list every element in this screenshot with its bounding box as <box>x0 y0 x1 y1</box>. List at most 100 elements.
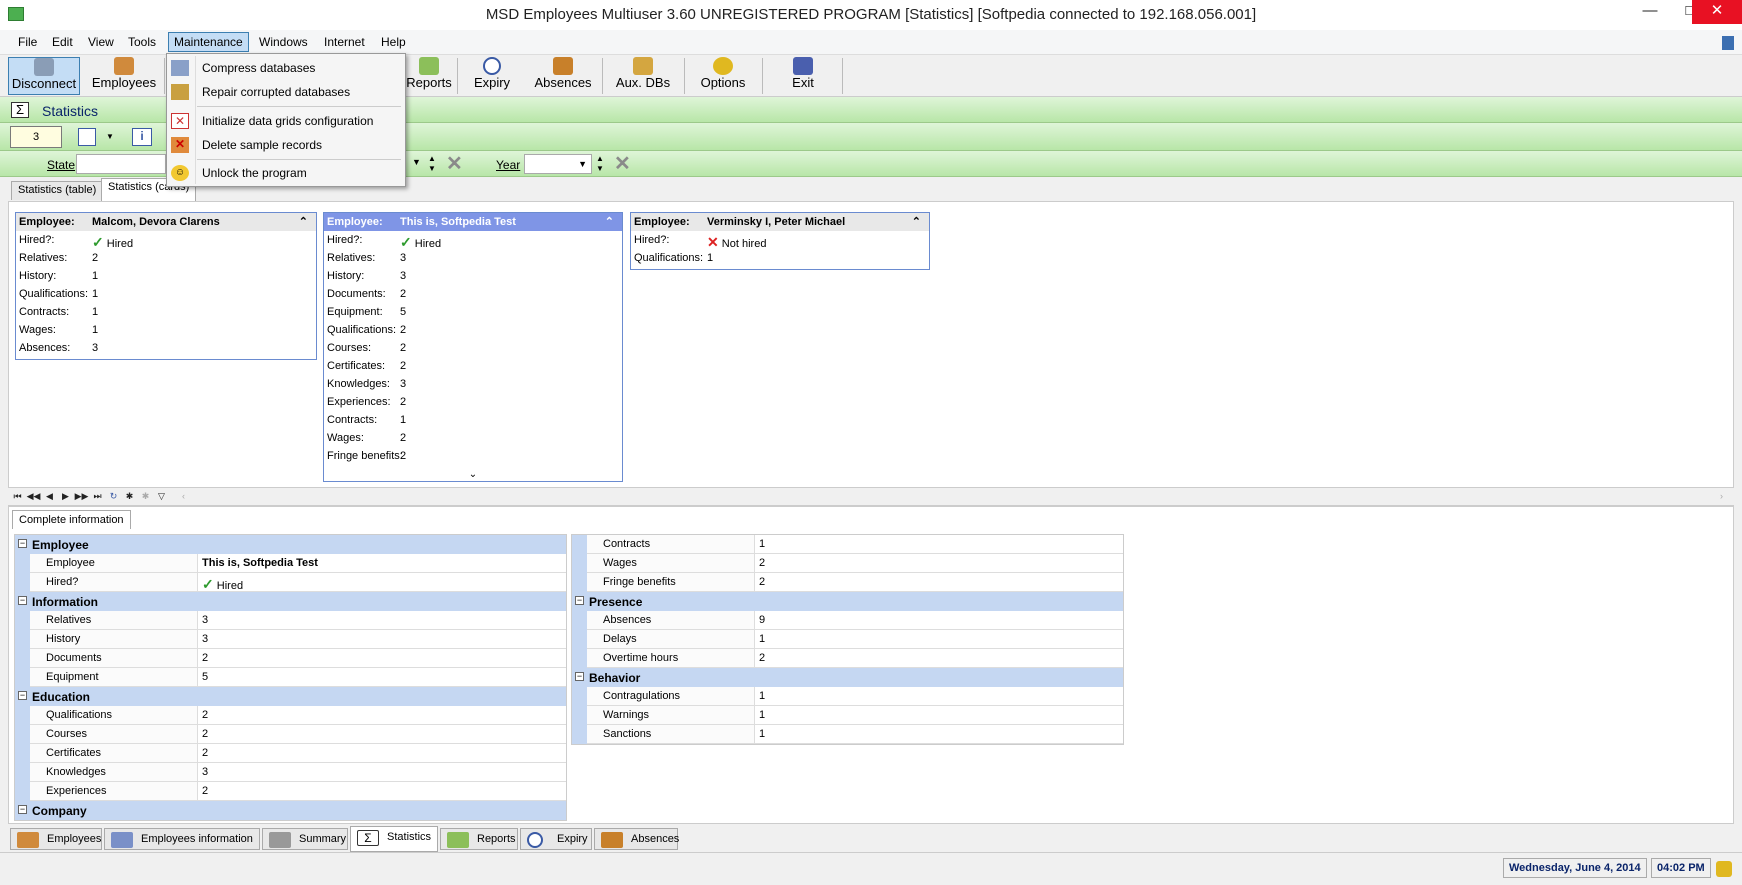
detail-row[interactable]: Delays 1 <box>572 630 1123 649</box>
menu-edit[interactable]: Edit <box>52 35 73 49</box>
employee-card[interactable]: Employee: Verminsky I, Peter Michael ⌃ H… <box>630 212 930 270</box>
smiley-icon: ☺ <box>171 165 189 181</box>
absences-button[interactable]: Absences <box>530 57 596 95</box>
menu-delete-sample-records[interactable]: ✕ Delete sample records <box>167 134 405 156</box>
prev-page-icon[interactable]: ◀◀ <box>26 489 41 504</box>
group-header[interactable]: − Education <box>15 687 566 706</box>
scroll-left-icon[interactable]: ‹ <box>176 489 191 504</box>
detail-row[interactable]: Sanctions 1 <box>572 725 1123 744</box>
collapse-icon[interactable]: ⌃ <box>605 215 614 228</box>
detail-row[interactable]: Knowledges 3 <box>15 763 566 782</box>
detail-row[interactable]: Relatives 3 <box>15 611 566 630</box>
menu-tools[interactable]: Tools <box>128 35 156 49</box>
tab-statistics[interactable]: Σ Statistics <box>350 826 438 852</box>
spin-buttons[interactable]: ▲ ▼ <box>428 154 436 174</box>
employees-button[interactable]: Employees <box>88 57 160 95</box>
employee-card-selected[interactable]: Employee: This is, Softpedia Test ⌃ Hire… <box>323 212 623 482</box>
detail-row[interactable]: Contragulations 1 <box>572 687 1123 706</box>
expand-card-icon[interactable]: ⌄ <box>324 469 622 480</box>
detail-row[interactable]: Overtime hours 2 <box>572 649 1123 668</box>
detail-row[interactable]: Certificates 2 <box>15 744 566 763</box>
check-icon: ✓ <box>202 576 214 592</box>
filter-icon[interactable]: ▽ <box>154 489 169 504</box>
group-header[interactable]: − Employee <box>15 535 566 554</box>
menu-compress-databases[interactable]: Compress databases <box>167 57 405 79</box>
next-record-icon[interactable]: ▶ <box>58 489 73 504</box>
goto-bookmark-icon[interactable]: ✱ <box>138 489 153 504</box>
tab-summary[interactable]: Summary <box>262 828 348 850</box>
chevron-down-icon[interactable]: ▼ <box>412 157 421 167</box>
employee-card[interactable]: Employee: Malcom, Devora Clarens ⌃ Hired… <box>15 212 317 360</box>
window-tabs: Employees Employees information Summary … <box>8 826 1734 852</box>
group-header[interactable]: − Behavior <box>572 668 1123 687</box>
collapse-icon[interactable]: − <box>18 596 27 605</box>
collapse-icon[interactable]: − <box>575 596 584 605</box>
tab-statistics-table[interactable]: Statistics (table) <box>11 181 104 200</box>
tab-employees[interactable]: Employees <box>10 828 102 850</box>
detail-row[interactable]: Experiences 2 <box>15 782 566 801</box>
first-record-icon[interactable]: ⏮ <box>10 489 25 504</box>
close-button[interactable]: ✕ <box>1692 0 1742 24</box>
menu-unlock-program[interactable]: ☺ Unlock the program <box>167 162 405 184</box>
detail-row[interactable]: Contracts 1 <box>572 535 1123 554</box>
options-button[interactable]: Options <box>690 57 756 95</box>
menu-repair-databases[interactable]: Repair corrupted databases <box>167 81 405 103</box>
group-header[interactable]: − Company <box>15 801 566 820</box>
detail-row[interactable]: Documents 2 <box>15 649 566 668</box>
clear-state-filter-icon[interactable]: ✕ <box>446 154 463 174</box>
detail-row[interactable]: History 3 <box>15 630 566 649</box>
tab-reports[interactable]: Reports <box>440 828 518 850</box>
group-header[interactable]: − Presence <box>572 592 1123 611</box>
collapse-icon[interactable]: ⌃ <box>912 215 921 228</box>
menu-initialize-grids[interactable]: ✕ Initialize data grids configuration <box>167 110 405 132</box>
minimize-button[interactable]: — <box>1630 0 1670 24</box>
reports-button[interactable]: Reports <box>405 57 453 95</box>
menu-maintenance[interactable]: Maintenance <box>168 32 249 52</box>
detail-row[interactable]: Equipment 5 <box>15 668 566 687</box>
menu-help[interactable]: Help <box>381 35 406 49</box>
detail-row[interactable]: Courses 2 <box>15 725 566 744</box>
next-page-icon[interactable]: ▶▶ <box>74 489 89 504</box>
collapse-icon[interactable]: ⌃ <box>299 215 308 228</box>
prev-record-icon[interactable]: ◀ <box>42 489 57 504</box>
collapse-icon[interactable]: − <box>18 805 27 814</box>
tab-complete-information[interactable]: Complete information <box>12 510 131 529</box>
edit-icon[interactable] <box>78 128 96 146</box>
last-record-icon[interactable]: ⏭ <box>90 489 105 504</box>
menu-internet[interactable]: Internet <box>324 35 365 49</box>
year-filter-combo[interactable]: ▼ <box>524 154 592 174</box>
state-filter-combo[interactable] <box>76 154 166 174</box>
menu-view[interactable]: View <box>88 35 114 49</box>
menu-pin-icon[interactable] <box>1722 36 1734 50</box>
detail-row[interactable]: Employee This is, Softpedia Test <box>15 554 566 573</box>
tab-employees-information[interactable]: Employees information <box>104 828 260 850</box>
detail-panel: Complete information − Employee Employee Th… <box>8 506 1734 824</box>
detail-row[interactable]: Qualifications 2 <box>15 706 566 725</box>
collapse-icon[interactable]: − <box>18 691 27 700</box>
group-header[interactable]: − Information <box>15 592 566 611</box>
menu-file[interactable]: File <box>18 35 37 49</box>
disconnect-button[interactable]: Disconnect <box>8 57 80 95</box>
clear-year-filter-icon[interactable]: ✕ <box>614 154 631 174</box>
aux-dbs-button[interactable]: Aux. DBs <box>608 57 678 95</box>
collapse-icon[interactable]: − <box>18 539 27 548</box>
info-icon[interactable]: i <box>132 128 152 146</box>
refresh-icon[interactable]: ↻ <box>106 489 121 504</box>
chevron-down-icon[interactable]: ▼ <box>106 132 114 141</box>
collapse-icon[interactable]: − <box>575 672 584 681</box>
detail-row[interactable]: Wages 2 <box>572 554 1123 573</box>
detail-row[interactable]: Warnings 1 <box>572 706 1123 725</box>
detail-row[interactable]: Hired? ✓ Hired <box>15 573 566 592</box>
repair-icon <box>171 84 189 100</box>
menu-windows[interactable]: Windows <box>259 35 308 49</box>
scroll-right-icon[interactable]: › <box>1714 489 1729 504</box>
detail-row[interactable]: Absences 9 <box>572 611 1123 630</box>
record-number-field[interactable]: 3 <box>10 126 62 148</box>
exit-button[interactable]: Exit <box>770 57 836 95</box>
tab-absences[interactable]: Absences <box>594 828 679 850</box>
tab-expiry[interactable]: Expiry <box>520 828 592 850</box>
spin-buttons[interactable]: ▲ ▼ <box>596 154 604 174</box>
detail-row[interactable]: Fringe benefits 2 <box>572 573 1123 592</box>
bookmark-icon[interactable]: ✱ <box>122 489 137 504</box>
expiry-button[interactable]: Expiry <box>462 57 522 95</box>
